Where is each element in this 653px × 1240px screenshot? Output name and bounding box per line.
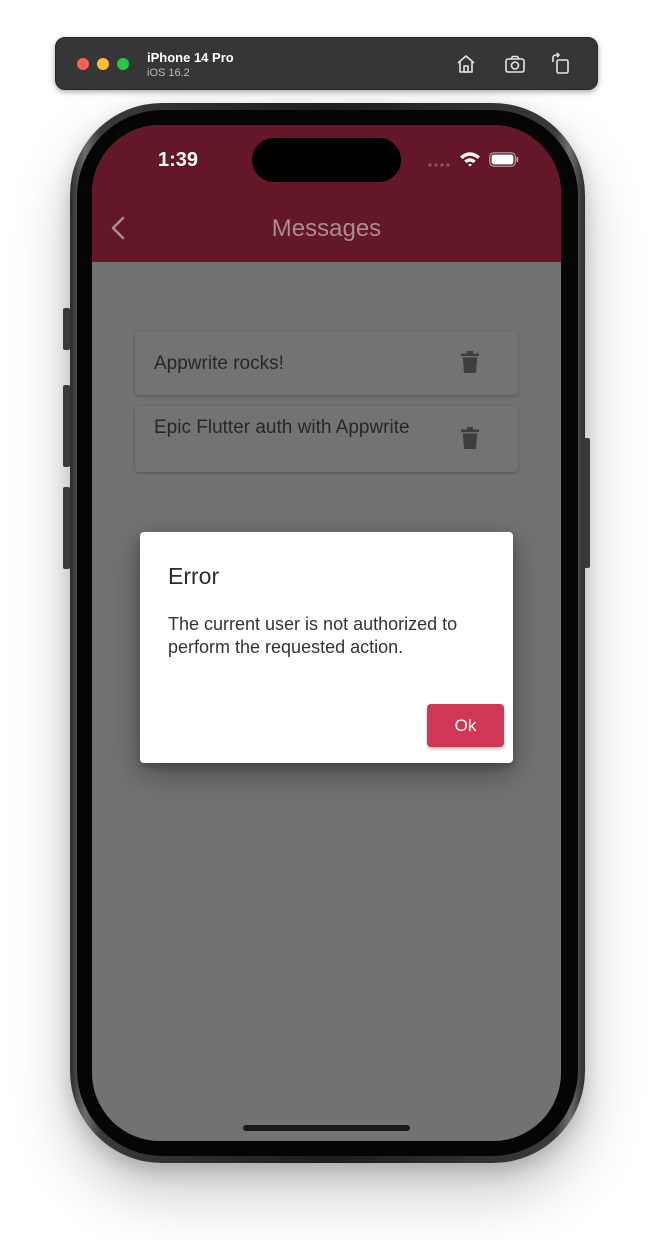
rotate-icon[interactable] bbox=[549, 52, 573, 76]
dialog-title: Error bbox=[168, 563, 220, 589]
silent-switch bbox=[63, 308, 70, 350]
device-name: iPhone 14 Pro bbox=[147, 50, 234, 65]
dynamic-island bbox=[252, 138, 401, 182]
wifi-icon bbox=[460, 152, 480, 167]
screenshot-icon[interactable] bbox=[503, 52, 527, 76]
simulator-toolbar: iPhone 14 Pro iOS 16.2 bbox=[55, 37, 598, 90]
volume-up-button bbox=[63, 385, 70, 467]
message-text: Appwrite rocks! bbox=[154, 353, 284, 374]
trash-icon[interactable] bbox=[461, 351, 479, 373]
close-window-button[interactable] bbox=[77, 58, 89, 70]
battery-icon bbox=[489, 152, 519, 167]
page-title: Messages bbox=[271, 215, 382, 242]
app-bar: 1:39 Messages bbox=[92, 125, 561, 262]
simulator-stage: iPhone 14 Pro iOS 16.2 1:39 Messages App… bbox=[0, 0, 653, 1240]
home-icon[interactable] bbox=[454, 52, 478, 76]
dialog-message: The current user is not authorized to pe… bbox=[168, 614, 458, 657]
message-text: Epic Flutter auth with Appwrite bbox=[154, 417, 410, 438]
minimize-window-button[interactable] bbox=[97, 58, 109, 70]
cellular-signal-icon bbox=[428, 163, 450, 167]
trash-icon[interactable] bbox=[461, 427, 479, 449]
ok-button[interactable]: Ok bbox=[427, 704, 504, 747]
error-dialog: Error The current user is not authorized… bbox=[140, 532, 513, 763]
status-time: 1:39 bbox=[158, 149, 199, 171]
phone-screen: 1:39 Messages Appwrite rocks! Epic Flutt… bbox=[92, 125, 561, 1141]
os-version: iOS 16.2 bbox=[147, 67, 190, 79]
message-card[interactable]: Appwrite rocks! bbox=[135, 331, 518, 395]
power-button bbox=[584, 438, 590, 568]
home-indicator[interactable] bbox=[243, 1125, 410, 1131]
zoom-window-button[interactable] bbox=[117, 58, 129, 70]
message-card[interactable]: Epic Flutter auth with Appwrite bbox=[135, 406, 518, 472]
volume-down-button bbox=[63, 487, 70, 569]
